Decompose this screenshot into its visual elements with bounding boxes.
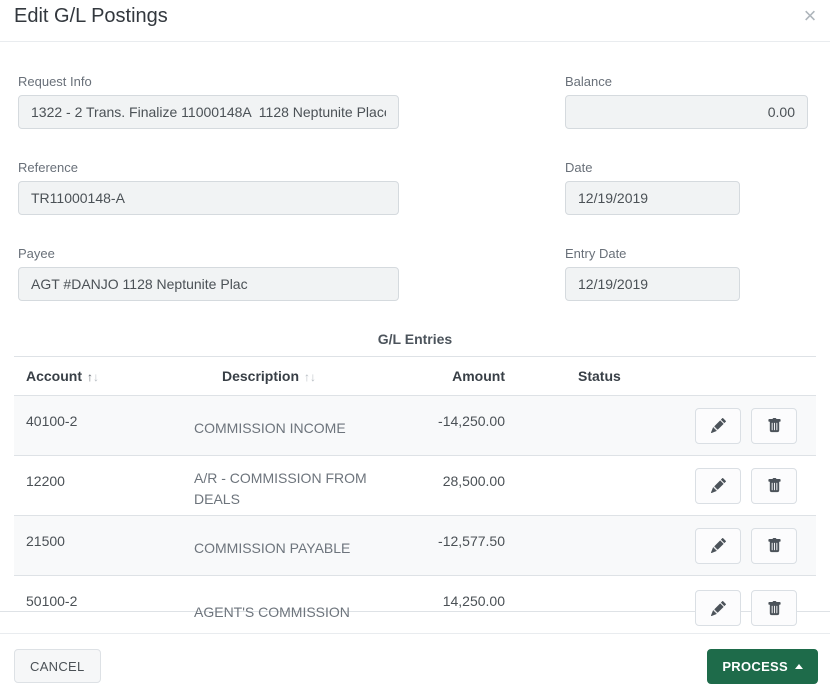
- edit-row-button[interactable]: [695, 590, 741, 626]
- payee-field: Payee: [18, 246, 399, 301]
- page-title: Edit G/L Postings: [14, 5, 168, 27]
- reference-input[interactable]: [18, 181, 399, 215]
- table-row: 50100-2 AGENT'S COMMISSION 14,250.00: [14, 576, 816, 626]
- pencil-icon: [710, 600, 726, 616]
- delete-row-button[interactable]: [751, 590, 797, 626]
- entry-date-input[interactable]: [565, 267, 740, 301]
- payee-input[interactable]: [18, 267, 399, 301]
- column-header-amount: Amount: [452, 368, 505, 384]
- date-field: Date: [565, 160, 740, 215]
- account-cell: 21500: [26, 533, 65, 549]
- trash-icon: [767, 600, 781, 615]
- request-info-label: Request Info: [18, 74, 92, 89]
- date-label: Date: [565, 160, 593, 175]
- table-row: 40100-2 COMMISSION INCOME -14,250.00: [14, 396, 816, 456]
- amount-cell: -14,250.00: [438, 413, 505, 429]
- status-cell: [578, 396, 668, 455]
- delete-row-button[interactable]: [751, 527, 797, 564]
- table-header-row: Account ↑↓ Description ↑↓ Amount Status: [14, 356, 816, 396]
- trash-icon: [767, 478, 781, 493]
- edit-row-button[interactable]: [695, 527, 741, 564]
- reference-label: Reference: [18, 160, 78, 175]
- description-cell: COMMISSION PAYABLE: [194, 540, 351, 556]
- account-cell: 40100-2: [26, 413, 78, 429]
- pencil-icon: [710, 478, 726, 493]
- sort-desc-icon: ↓: [93, 370, 99, 384]
- reference-field: Reference: [18, 160, 399, 215]
- amount-cell: -12,577.50: [438, 533, 505, 549]
- sort-desc-icon: ↓: [310, 370, 317, 384]
- amount-cell: 14,250.00: [442, 593, 505, 609]
- edit-row-button[interactable]: [695, 467, 741, 504]
- table-row: 12200 A/R - COMMISSION FROM DEALS 28,500.0…: [14, 456, 816, 516]
- process-button-label: PROCESS: [722, 659, 788, 674]
- payee-label: Payee: [18, 246, 55, 261]
- delete-row-button[interactable]: [751, 407, 797, 444]
- status-cell: [578, 576, 668, 611]
- header-divider: [0, 41, 830, 42]
- close-icon: ×: [803, 3, 817, 28]
- description-cell: AGENT'S COMMISSION: [194, 604, 350, 620]
- account-cell: 12200: [26, 473, 65, 489]
- amount-cell: 28,500.00: [442, 473, 505, 489]
- table-row: 21500 COMMISSION PAYABLE -12,577.50: [14, 516, 816, 576]
- description-cell: COMMISSION INCOME: [194, 420, 346, 436]
- trash-icon: [767, 418, 781, 433]
- row-actions: [695, 407, 816, 444]
- request-info-field: Request Info: [18, 74, 399, 129]
- entry-date-field: Entry Date: [565, 246, 740, 301]
- balance-input[interactable]: [565, 95, 808, 129]
- column-header-status: Status: [578, 368, 621, 384]
- process-button[interactable]: PROCESS: [707, 649, 818, 684]
- gl-entries-table: Account ↑↓ Description ↑↓ Amount Status 40…: [14, 356, 816, 626]
- gl-entries-heading: G/L Entries: [377, 331, 453, 347]
- request-info-input[interactable]: [18, 95, 399, 129]
- row-actions: [695, 590, 816, 626]
- footer-divider: [0, 633, 830, 634]
- pencil-icon: [710, 418, 726, 433]
- column-header-account[interactable]: Account ↑↓: [14, 368, 194, 384]
- cancel-button[interactable]: CANCEL: [14, 649, 101, 683]
- row-actions: [695, 527, 816, 564]
- trash-icon: [767, 538, 781, 553]
- delete-row-button[interactable]: [751, 467, 797, 504]
- row-actions: [695, 467, 816, 504]
- status-cell: [578, 516, 668, 575]
- gl-entries-body: 40100-2 COMMISSION INCOME -14,250.00 12200 A…: [14, 396, 816, 626]
- balance-field: Balance: [565, 74, 808, 129]
- entry-date-label: Entry Date: [565, 246, 627, 261]
- date-input[interactable]: [565, 181, 740, 215]
- pencil-icon: [710, 538, 726, 553]
- balance-label: Balance: [565, 74, 612, 89]
- edit-row-button[interactable]: [695, 407, 741, 444]
- caret-up-icon: [795, 664, 803, 669]
- close-button[interactable]: ×: [796, 2, 824, 30]
- column-header-description[interactable]: Description ↑↓: [194, 368, 369, 384]
- description-cell: A/R - COMMISSION FROM DEALS: [194, 469, 367, 507]
- account-cell: 50100-2: [26, 593, 78, 609]
- status-cell: [578, 456, 668, 515]
